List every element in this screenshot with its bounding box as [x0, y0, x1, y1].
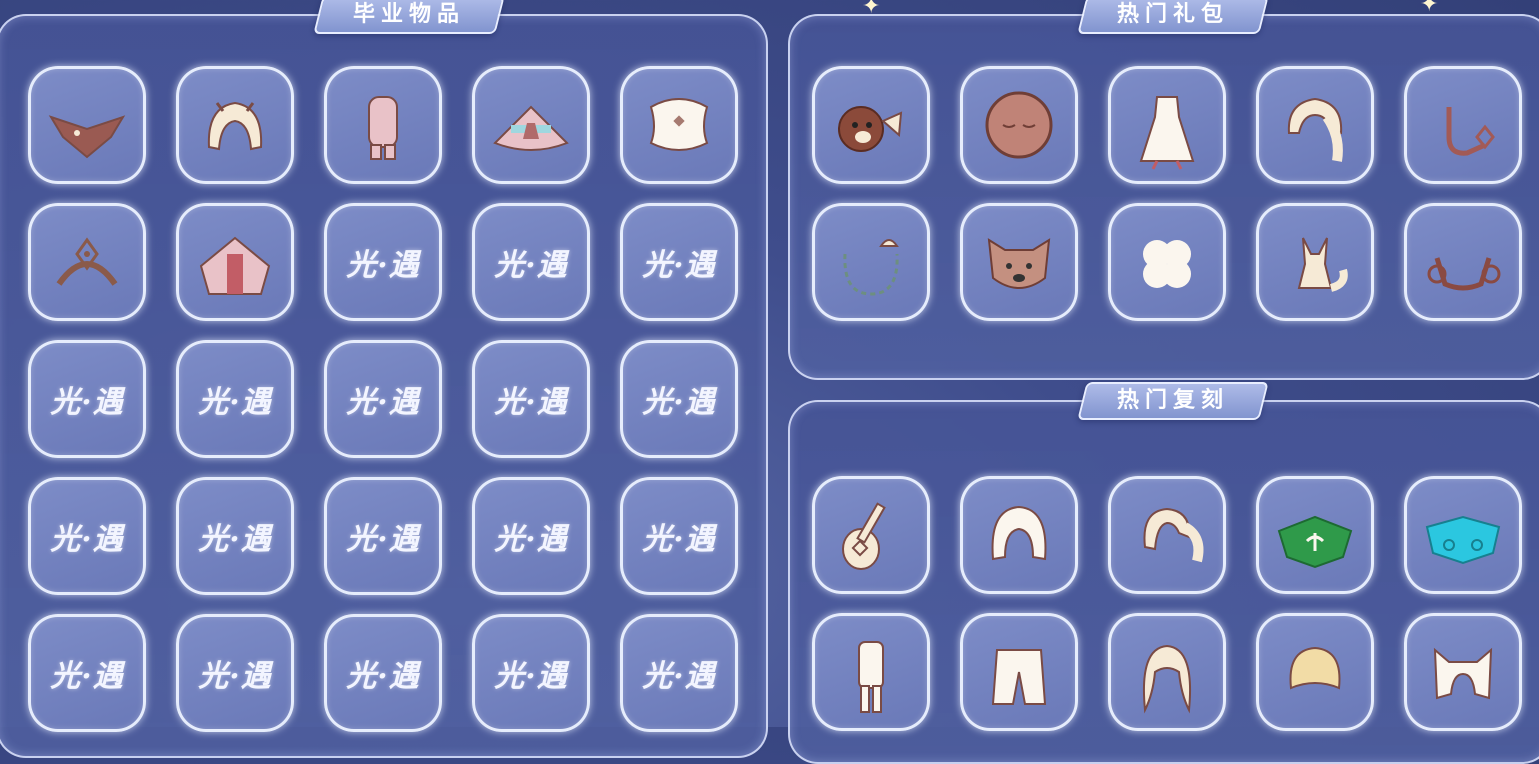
- graduation-title: 毕业物品: [352, 2, 465, 27]
- graduation-empty-slot[interactable]: 光·遇: [324, 340, 442, 458]
- tall-outfit-icon: [858, 641, 884, 713]
- reissue-item-slot[interactable]: [1108, 476, 1226, 594]
- graduation-empty-slot[interactable]: 光·遇: [28, 340, 146, 458]
- white-dress-icon: [1139, 96, 1195, 170]
- graduation-empty-slot[interactable]: 光·遇: [472, 477, 590, 595]
- gift-item-slot[interactable]: [1256, 203, 1374, 321]
- graduation-empty-slot[interactable]: 光·遇: [28, 614, 146, 732]
- reissue-item-slot[interactable]: [812, 476, 930, 594]
- sleepy-mask-icon: [985, 91, 1053, 159]
- gifts-title-tab: 热门礼包: [1077, 0, 1269, 34]
- graduation-empty-slot[interactable]: 光·遇: [472, 203, 590, 321]
- sky-logo-icon: 光·遇: [642, 248, 716, 283]
- twin-tail-hair-icon: [1143, 507, 1204, 563]
- ponytail-hair-icon: [1287, 97, 1343, 162]
- reissue-item-slot[interactable]: [960, 613, 1078, 731]
- sky-logo-icon: 光·遇: [198, 659, 272, 694]
- pink-hood-cape-icon: [199, 236, 271, 295]
- sky-logo-icon: 光·遇: [346, 385, 420, 420]
- gift-item-slot[interactable]: [1404, 66, 1522, 184]
- sky-logo-icon: 光·遇: [198, 385, 272, 420]
- sky-logo-icon: 光·遇: [642, 659, 716, 694]
- puffy-pants-icon: [991, 649, 1047, 705]
- sky-logo-icon: 光·遇: [494, 385, 568, 420]
- sky-logo-icon: 光·遇: [50, 385, 124, 420]
- graduation-empty-slot[interactable]: 光·遇: [620, 614, 738, 732]
- gift-item-slot[interactable]: [812, 66, 930, 184]
- gem-mask-icon: [56, 237, 118, 286]
- graduation-empty-slot[interactable]: 光·遇: [176, 614, 294, 732]
- short-hair-icon: [1289, 646, 1341, 690]
- graduation-item-slot[interactable]: [28, 66, 146, 184]
- wing-mask-icon: [649, 98, 709, 151]
- graduation-empty-slot[interactable]: 光·遇: [324, 203, 442, 321]
- cat-ear-hair-icon: [1433, 647, 1493, 700]
- sky-logo-icon: 光·遇: [642, 385, 716, 420]
- graduation-empty-slot[interactable]: 光·遇: [620, 203, 738, 321]
- graduation-item-slot[interactable]: [324, 66, 442, 184]
- sky-logo-icon: 光·遇: [494, 659, 568, 694]
- graduation-empty-slot[interactable]: 光·遇: [176, 477, 294, 595]
- fluffy-hair-icon: [207, 101, 263, 151]
- fox-icon: [1297, 237, 1348, 292]
- graduation-empty-slot[interactable]: 光·遇: [28, 477, 146, 595]
- bob-hair-icon: [991, 505, 1047, 561]
- bow-cape-icon: [493, 105, 569, 151]
- green-leaf-cape-icon: [1277, 515, 1353, 569]
- reissue-title-tab: 热门复刻: [1077, 382, 1269, 420]
- gift-item-slot[interactable]: [1108, 66, 1226, 184]
- sky-logo-icon: 光·遇: [346, 248, 420, 283]
- gift-item-slot[interactable]: [1108, 203, 1226, 321]
- reissue-item-slot[interactable]: [1108, 613, 1226, 731]
- gift-item-slot[interactable]: [1256, 66, 1374, 184]
- sky-logo-icon: 光·遇: [642, 522, 716, 557]
- long-wavy-hair-icon: [1142, 644, 1192, 714]
- guitar-icon: [842, 502, 886, 570]
- graduation-empty-slot[interactable]: 光·遇: [620, 477, 738, 595]
- graduation-empty-slot[interactable]: 光·遇: [472, 340, 590, 458]
- cyan-cloud-cape-icon: [1425, 515, 1501, 565]
- reissue-item-slot[interactable]: [1256, 476, 1374, 594]
- graduation-item-slot[interactable]: [28, 203, 146, 321]
- graduation-empty-slot[interactable]: 光·遇: [620, 340, 738, 458]
- gift-item-slot[interactable]: [960, 203, 1078, 321]
- sky-logo-icon: 光·遇: [494, 522, 568, 557]
- graduation-item-slot[interactable]: [620, 66, 738, 184]
- graduation-item-slot[interactable]: [472, 66, 590, 184]
- reissue-item-slot[interactable]: [960, 476, 1078, 594]
- pink-outfit-icon: [368, 96, 398, 160]
- dog-mask-icon: [987, 238, 1051, 289]
- sky-logo-icon: 光·遇: [494, 248, 568, 283]
- bear-hat-icon: [838, 106, 903, 152]
- graduation-item-slot[interactable]: [176, 203, 294, 321]
- sky-logo-icon: 光·遇: [346, 522, 420, 557]
- graduation-item-slot[interactable]: [176, 66, 294, 184]
- graduation-empty-slot[interactable]: 光·遇: [176, 340, 294, 458]
- gift-item-slot[interactable]: [960, 66, 1078, 184]
- shell-necklace-icon: [843, 239, 899, 296]
- graduation-empty-slot[interactable]: 光·遇: [324, 477, 442, 595]
- reissue-item-slot[interactable]: [1404, 476, 1522, 594]
- clover-icon: [1143, 240, 1191, 288]
- graduation-title-tab: 毕业物品: [313, 0, 505, 34]
- gift-item-slot[interactable]: [1404, 203, 1522, 321]
- gifts-title: 热门礼包: [1116, 2, 1229, 27]
- sun-mask-icon: [1427, 257, 1501, 291]
- sky-logo-icon: 光·遇: [346, 659, 420, 694]
- reissue-item-slot[interactable]: [812, 613, 930, 731]
- bat-cape-icon: [48, 115, 126, 159]
- sky-logo-icon: 光·遇: [50, 522, 124, 557]
- reissue-item-slot[interactable]: [1256, 613, 1374, 731]
- sky-logo-icon: 光·遇: [198, 522, 272, 557]
- hook-earring-icon: [1446, 107, 1495, 156]
- sky-logo-icon: 光·遇: [50, 659, 124, 694]
- graduation-empty-slot[interactable]: 光·遇: [472, 614, 590, 732]
- reissue-title: 热门复刻: [1116, 388, 1229, 413]
- graduation-empty-slot[interactable]: 光·遇: [324, 614, 442, 732]
- reissue-item-slot[interactable]: [1404, 613, 1522, 731]
- gift-item-slot[interactable]: [812, 203, 930, 321]
